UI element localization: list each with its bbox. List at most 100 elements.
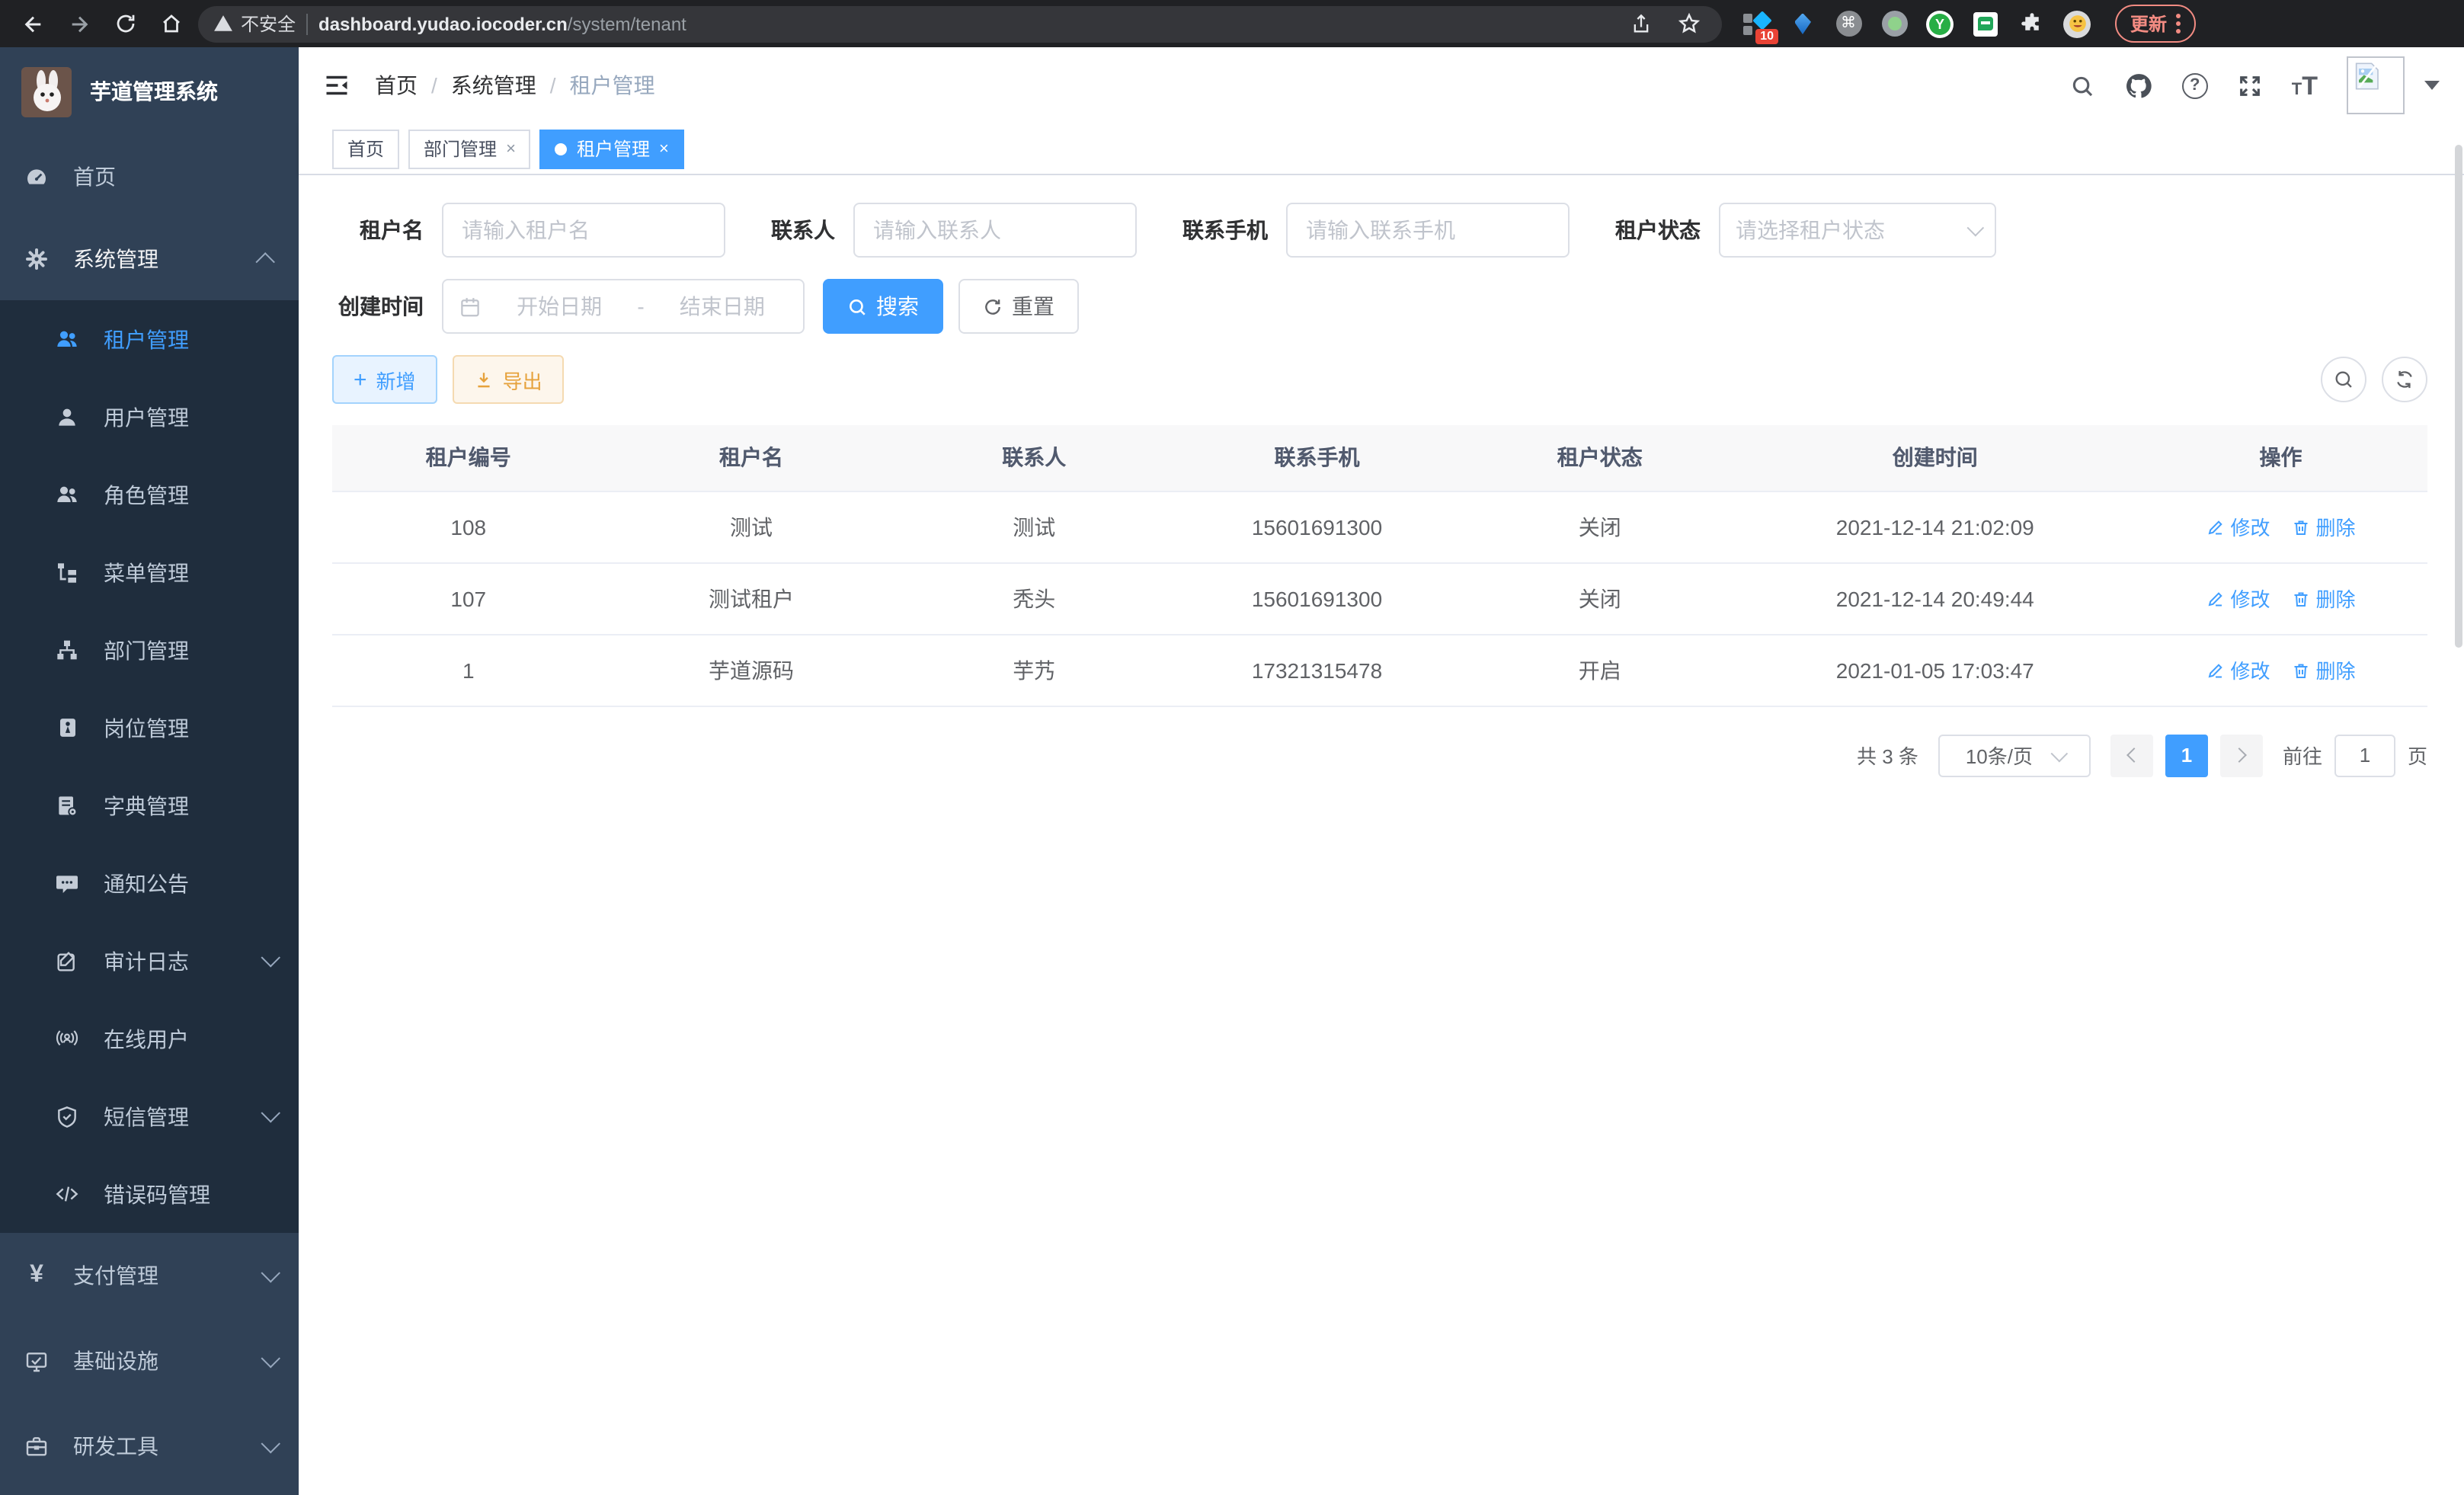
column-header-actions: 操作 bbox=[2134, 425, 2427, 491]
extension-icon-5[interactable]: Y bbox=[1926, 10, 1954, 37]
edit-link[interactable]: 修改 bbox=[2206, 584, 2270, 613]
page-size-value: 10条/页 bbox=[1966, 741, 2033, 770]
browser-forward-button[interactable] bbox=[61, 5, 98, 42]
org-tree-icon bbox=[55, 638, 79, 662]
breadcrumb-item-home[interactable]: 首页 bbox=[375, 70, 418, 101]
current-page[interactable]: 1 bbox=[2165, 734, 2208, 776]
sidebar-item-label: 租户管理 bbox=[104, 324, 189, 354]
sidebar-item-label: 菜单管理 bbox=[104, 557, 189, 587]
edit-link[interactable]: 修改 bbox=[2206, 655, 2270, 684]
sidebar-fold-button[interactable] bbox=[323, 72, 350, 99]
browser-home-button[interactable] bbox=[152, 5, 189, 42]
edit-link[interactable]: 修改 bbox=[2206, 512, 2270, 541]
sidebar-item-dept-management[interactable]: 部门管理 bbox=[0, 611, 299, 689]
page-size-select[interactable]: 10条/页 bbox=[1938, 734, 2091, 776]
address-bar[interactable]: 不安全 dashboard.yudao.iocoder.cn/system/te… bbox=[198, 5, 1722, 42]
column-header-id: 租户编号 bbox=[332, 425, 605, 491]
sidebar-item-role-management[interactable]: 角色管理 bbox=[0, 456, 299, 533]
column-header-name: 租户名 bbox=[605, 425, 898, 491]
mobile-input[interactable] bbox=[1286, 203, 1570, 258]
delete-link[interactable]: 删除 bbox=[2292, 584, 2356, 613]
sidebar-item-menu-management[interactable]: 菜单管理 bbox=[0, 533, 299, 611]
security-warning[interactable]: 不安全 bbox=[213, 11, 296, 37]
dev-tools-icon bbox=[24, 1434, 49, 1458]
help-icon[interactable]: ? bbox=[2182, 72, 2208, 98]
cell-mobile: 17321315478 bbox=[1170, 634, 1464, 706]
extension-icon-3[interactable]: ⌘ bbox=[1835, 10, 1862, 37]
sidebar-item-tenant-management[interactable]: 租户管理 bbox=[0, 300, 299, 378]
cell-created: 2021-01-05 17:03:47 bbox=[1736, 634, 2135, 706]
app-logo[interactable]: 芋道管理系统 bbox=[0, 47, 299, 136]
sidebar-item-infrastructure[interactable]: 基础设施 bbox=[0, 1318, 299, 1404]
user-icon bbox=[55, 405, 79, 429]
fullscreen-icon[interactable] bbox=[2237, 72, 2263, 98]
extension-icon-2[interactable] bbox=[1789, 10, 1816, 37]
search-button[interactable]: 搜索 bbox=[823, 279, 943, 334]
avatar[interactable] bbox=[2347, 56, 2405, 114]
sidebar-item-dev-tools[interactable]: 研发工具 bbox=[0, 1404, 299, 1489]
tab-home[interactable]: 首页 bbox=[332, 129, 399, 168]
sidebar-item-dict-management[interactable]: 字典管理 bbox=[0, 767, 299, 844]
extension-emoji-icon[interactable] bbox=[2063, 10, 2091, 37]
sidebar-item-online-users[interactable]: 在线用户 bbox=[0, 1000, 299, 1077]
date-range-picker[interactable]: 开始日期 - 结束日期 bbox=[442, 279, 805, 334]
sidebar-item-payment[interactable]: ¥ 支付管理 bbox=[0, 1233, 299, 1318]
goto-page-input[interactable] bbox=[2334, 734, 2395, 776]
scrollbar-thumb[interactable] bbox=[2455, 145, 2462, 648]
trash-icon bbox=[2292, 661, 2310, 679]
sidebar-item-system-management[interactable]: 系统管理 bbox=[0, 218, 299, 300]
extension-icon-1[interactable]: 10 bbox=[1743, 10, 1771, 37]
reset-button[interactable]: 重置 bbox=[958, 279, 1079, 334]
sidebar-item-home[interactable]: 首页 bbox=[0, 136, 299, 218]
export-button[interactable]: 导出 bbox=[453, 355, 564, 404]
edit-pencil-icon bbox=[2206, 517, 2224, 536]
sidebar-item-post-management[interactable]: 岗位管理 bbox=[0, 689, 299, 767]
next-page-button[interactable] bbox=[2220, 734, 2263, 776]
announcement-icon bbox=[55, 871, 79, 895]
refresh-table-button[interactable] bbox=[2382, 357, 2427, 402]
pagination: 共 3 条 10条/页 1 前往 页 bbox=[332, 734, 2427, 776]
chevron-down-icon bbox=[261, 1348, 280, 1367]
sidebar-item-user-management[interactable]: 用户管理 bbox=[0, 378, 299, 456]
bookmark-star-icon[interactable] bbox=[1670, 5, 1707, 42]
delete-link[interactable]: 删除 bbox=[2292, 655, 2356, 684]
add-button[interactable]: + 新增 bbox=[332, 355, 437, 404]
extension-puzzle-icon[interactable] bbox=[2018, 10, 2045, 37]
prev-page-button[interactable] bbox=[2110, 734, 2153, 776]
browser-update-button[interactable]: 更新 bbox=[2115, 5, 2196, 43]
extension-icon-4[interactable] bbox=[1880, 10, 1908, 37]
table-row: 108 测试 测试 15601691300 关闭 2021-12-14 21:0… bbox=[332, 491, 2427, 562]
font-size-icon[interactable]: TT bbox=[2292, 72, 2318, 98]
add-button-label: 新增 bbox=[376, 365, 416, 394]
github-icon[interactable] bbox=[2124, 71, 2153, 100]
avatar-dropdown-caret[interactable] bbox=[2424, 81, 2440, 90]
tenant-name-input[interactable] bbox=[442, 203, 725, 258]
tab-dept-management[interactable]: 部门管理 × bbox=[408, 129, 531, 168]
tab-close-icon[interactable]: × bbox=[659, 139, 669, 158]
status-select[interactable]: 请选择租户状态 bbox=[1719, 203, 1996, 258]
sidebar-item-error-code[interactable]: 错误码管理 bbox=[0, 1155, 299, 1233]
download-icon bbox=[474, 370, 494, 389]
breadcrumb-separator: / bbox=[431, 73, 437, 98]
extension-icon-6[interactable] bbox=[1972, 10, 1999, 37]
header-search-icon[interactable] bbox=[2069, 72, 2095, 98]
breadcrumb-item-system[interactable]: 系统管理 bbox=[451, 70, 536, 101]
share-icon[interactable] bbox=[1623, 5, 1659, 42]
delete-link[interactable]: 删除 bbox=[2292, 512, 2356, 541]
browser-reload-button[interactable] bbox=[107, 5, 143, 42]
toggle-search-button[interactable] bbox=[2321, 357, 2366, 402]
browser-back-button[interactable] bbox=[15, 5, 52, 42]
sidebar-item-label: 用户管理 bbox=[104, 402, 189, 432]
sidebar-item-notice[interactable]: 通知公告 bbox=[0, 844, 299, 922]
url-path: /system/tenant bbox=[568, 13, 686, 34]
chevron-down-icon bbox=[1967, 219, 1985, 237]
table-row: 1 芋道源码 芋艿 17321315478 开启 2021-01-05 17:0… bbox=[332, 634, 2427, 706]
tab-tenant-management[interactable]: 租户管理 × bbox=[540, 129, 684, 168]
contact-input[interactable] bbox=[853, 203, 1137, 258]
sidebar-item-label: 系统管理 bbox=[73, 244, 158, 274]
sidebar-item-sms-management[interactable]: 短信管理 bbox=[0, 1077, 299, 1155]
url-text[interactable]: dashboard.yudao.iocoder.cn/system/tenant bbox=[318, 13, 686, 34]
tab-label: 首页 bbox=[347, 136, 384, 162]
sidebar-item-audit-log[interactable]: 审计日志 bbox=[0, 922, 299, 1000]
tab-close-icon[interactable]: × bbox=[506, 139, 516, 158]
